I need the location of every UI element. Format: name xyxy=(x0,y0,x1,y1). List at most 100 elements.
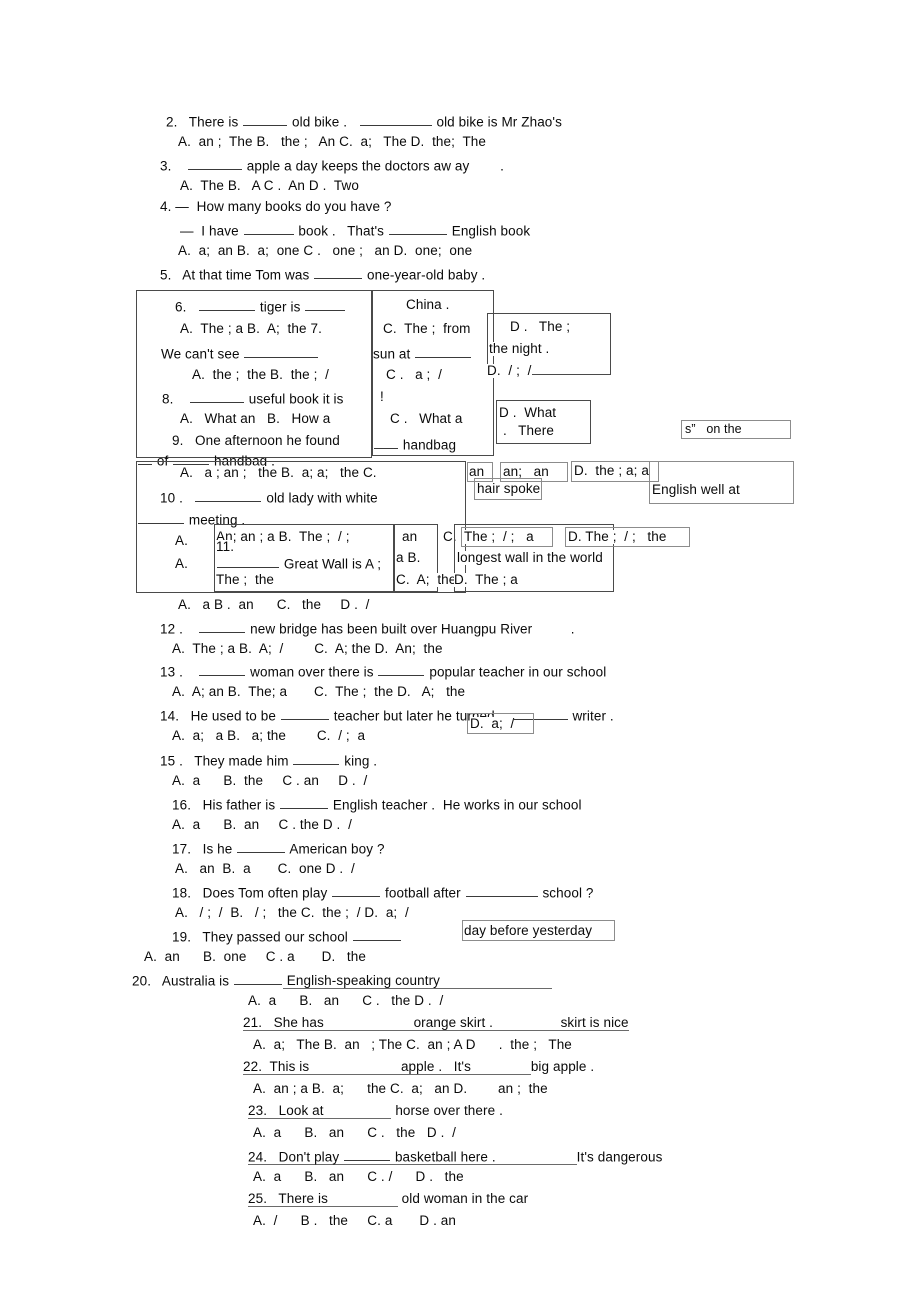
underlined-phrase: 22. This is apple . It's xyxy=(243,1060,531,1075)
question-5-stem: 5. At that time Tom was one-year-old bab… xyxy=(160,266,486,283)
question-4-stem: 4. — How many books do you have ? xyxy=(160,199,392,214)
question-22-stem: 22. This is apple . It's big apple . xyxy=(243,1059,595,1075)
question-7-option-c: C . a ; / xyxy=(386,367,442,382)
question-12-stem: 12 . new bridge has been built over Huan… xyxy=(160,620,575,637)
question-8-option-d: D . What xyxy=(499,405,557,420)
fragment-an-an: an; an xyxy=(503,464,549,479)
q7-night-fragment: the night . xyxy=(489,341,550,356)
answer-blank xyxy=(187,157,242,171)
q6-china-fragment: China . xyxy=(406,297,450,312)
question-8-options-left: A. What an B. How a xyxy=(180,411,331,426)
question-7-stem: We can't see xyxy=(161,345,320,361)
answer-blank xyxy=(415,345,472,359)
answer-blank xyxy=(359,113,432,127)
underlined-phrase: English-speaking country xyxy=(282,974,553,989)
question-21-stem: 21. She has orange skirt . skirt is nice xyxy=(243,1016,629,1031)
answer-blank xyxy=(388,222,447,236)
answer-blank xyxy=(280,707,329,721)
answer-blank xyxy=(344,1148,391,1162)
underlined-phrase: 23. Look at xyxy=(248,1104,392,1119)
answer-blank xyxy=(374,436,398,450)
question-9-stem: 9. One afternoon he found xyxy=(172,433,340,448)
q7-sun-fragment: sun at xyxy=(373,345,473,361)
fragment-an-2: an xyxy=(402,529,418,544)
answer-blank xyxy=(293,752,340,766)
question-3-stem: 3. apple a day keeps the doctors aw ay . xyxy=(160,157,505,174)
question-7-option-d: D. / ; / xyxy=(487,363,532,378)
answer-blank xyxy=(243,113,288,127)
question-23-stem: 23. Look at horse over there . xyxy=(248,1103,503,1119)
answer-blank xyxy=(138,511,184,525)
question-4-options: A. a; an B. a; one C . one ; an D. one; … xyxy=(178,243,473,258)
question-10-option-the-the: The ; the xyxy=(216,572,275,587)
answer-blank xyxy=(243,222,294,236)
question-3-options: A. The B. A C . An D . Two xyxy=(180,178,359,193)
question-11-stem: Great Wall is A ; xyxy=(216,555,382,571)
question-24-stem: 24. Don't play basketball here . It's da… xyxy=(248,1148,663,1165)
fragment-a-b: a B. xyxy=(396,550,421,565)
question-15-options: A. a B. the C . an D . / xyxy=(172,773,368,788)
underlined-phrase: 25. There is xyxy=(248,1192,398,1207)
question-9-option-d: . There xyxy=(503,423,554,438)
question-4-stem-line2: — I have book . That's English book xyxy=(180,222,531,239)
question-11-option-label-a: A. xyxy=(175,556,188,571)
question-11-option-d-overlay: D. The ; / ; the xyxy=(568,529,667,544)
question-16-options: A. a B. an C . the D . / xyxy=(172,817,352,832)
question-18-stem: 18. Does Tom often play football after s… xyxy=(172,884,594,901)
question-10-option-label-a: A. xyxy=(175,533,188,548)
question-8-option-c: C . What a xyxy=(390,411,463,426)
question-25-options: A. / B . the C. a D . an xyxy=(253,1213,457,1228)
q8-exclamation-fragment: ! xyxy=(380,389,384,404)
question-17-stem: 17. Is he American boy ? xyxy=(172,841,385,857)
question-14-options: A. a; a B. a; the C. / ; a xyxy=(172,728,366,743)
question-8-stem: 8. useful book it is xyxy=(162,390,344,407)
answer-blank xyxy=(305,298,346,312)
worksheet-page: 2. There is old bike . old bike is Mr Zh… xyxy=(0,0,920,1303)
fragment-c-a-the: C. A; the xyxy=(396,572,457,587)
question-24-options: A. a B. an C . / D . the xyxy=(253,1169,464,1184)
question-11-option-d: D. The ; a xyxy=(454,572,518,587)
question-16-stem: 16. His father is English teacher . He w… xyxy=(172,796,582,813)
answer-blank xyxy=(332,884,381,898)
question-13-options: A. A; an B. The; a C. The ; the D. A; th… xyxy=(172,684,466,699)
question-6-stem: 6. tiger is xyxy=(175,298,347,314)
question-17-options: A. an B. a C. one D . / xyxy=(175,861,355,876)
question-2-stem: 2. There is old bike . old bike is Mr Zh… xyxy=(166,113,562,130)
underlined-phrase: 21. She has orange skirt . skirt is nice xyxy=(243,1015,629,1031)
question-10-option-d: D. the ; a; a xyxy=(574,463,649,478)
fragment-hair-spoke: hair spoke xyxy=(477,481,541,496)
answer-blank xyxy=(352,928,401,942)
fragment-an: an xyxy=(469,464,485,479)
question-19-options: A. an B. one C . a D. the xyxy=(144,949,366,964)
answer-blank xyxy=(189,390,244,404)
question-18-options: A. / ; / B. / ; the C. the ; / D. a; / xyxy=(175,905,409,920)
answer-blank xyxy=(199,620,246,634)
answer-blank xyxy=(217,555,279,569)
answer-blank xyxy=(378,663,425,677)
question-11-number: 11. xyxy=(216,539,235,554)
answer-blank xyxy=(280,796,329,810)
question-11-options: A. a B . an C. the D . / xyxy=(178,597,370,612)
clipped-text-fragment: s” on the xyxy=(685,422,742,436)
question-7-options-left: A. the ; the B. the ; / xyxy=(192,367,330,382)
q9-handbag-fragment: handbag xyxy=(373,436,457,452)
question-2-options: A. an ; The B. the ; An C. a; The D. the… xyxy=(178,134,487,149)
answer-blank xyxy=(314,266,363,280)
question-6-option-c: C. The ; from xyxy=(383,321,471,336)
answer-blank xyxy=(233,972,282,986)
question-22-options: A. an ; a B. a; the C. a; an D. an ; the xyxy=(253,1081,548,1096)
question-21-options: A. a; The B. an ; The C. an ; A D . the … xyxy=(253,1037,572,1052)
answer-blank xyxy=(195,489,262,503)
question-10-options-overlay: An; an ; a B. The ; / ; xyxy=(216,529,350,544)
question-11-option-c: The ; / ; a xyxy=(464,529,534,544)
question-19-stem: 19. They passed our school xyxy=(172,928,402,944)
answer-blank xyxy=(199,663,246,677)
answer-blank xyxy=(465,884,538,898)
question-6-option-d: D . The ; xyxy=(510,319,571,334)
answer-blank xyxy=(244,345,319,359)
question-14-option-d: D. a; / xyxy=(470,716,515,731)
question-20-options: A. a B. an C . the D . / xyxy=(248,993,444,1008)
question-23-options: A. a B. an C . the D . / xyxy=(253,1125,457,1140)
question-25-stem: 25. There is old woman in the car xyxy=(248,1191,529,1207)
question-13-stem: 13 . woman over there is popular teacher… xyxy=(160,663,607,680)
